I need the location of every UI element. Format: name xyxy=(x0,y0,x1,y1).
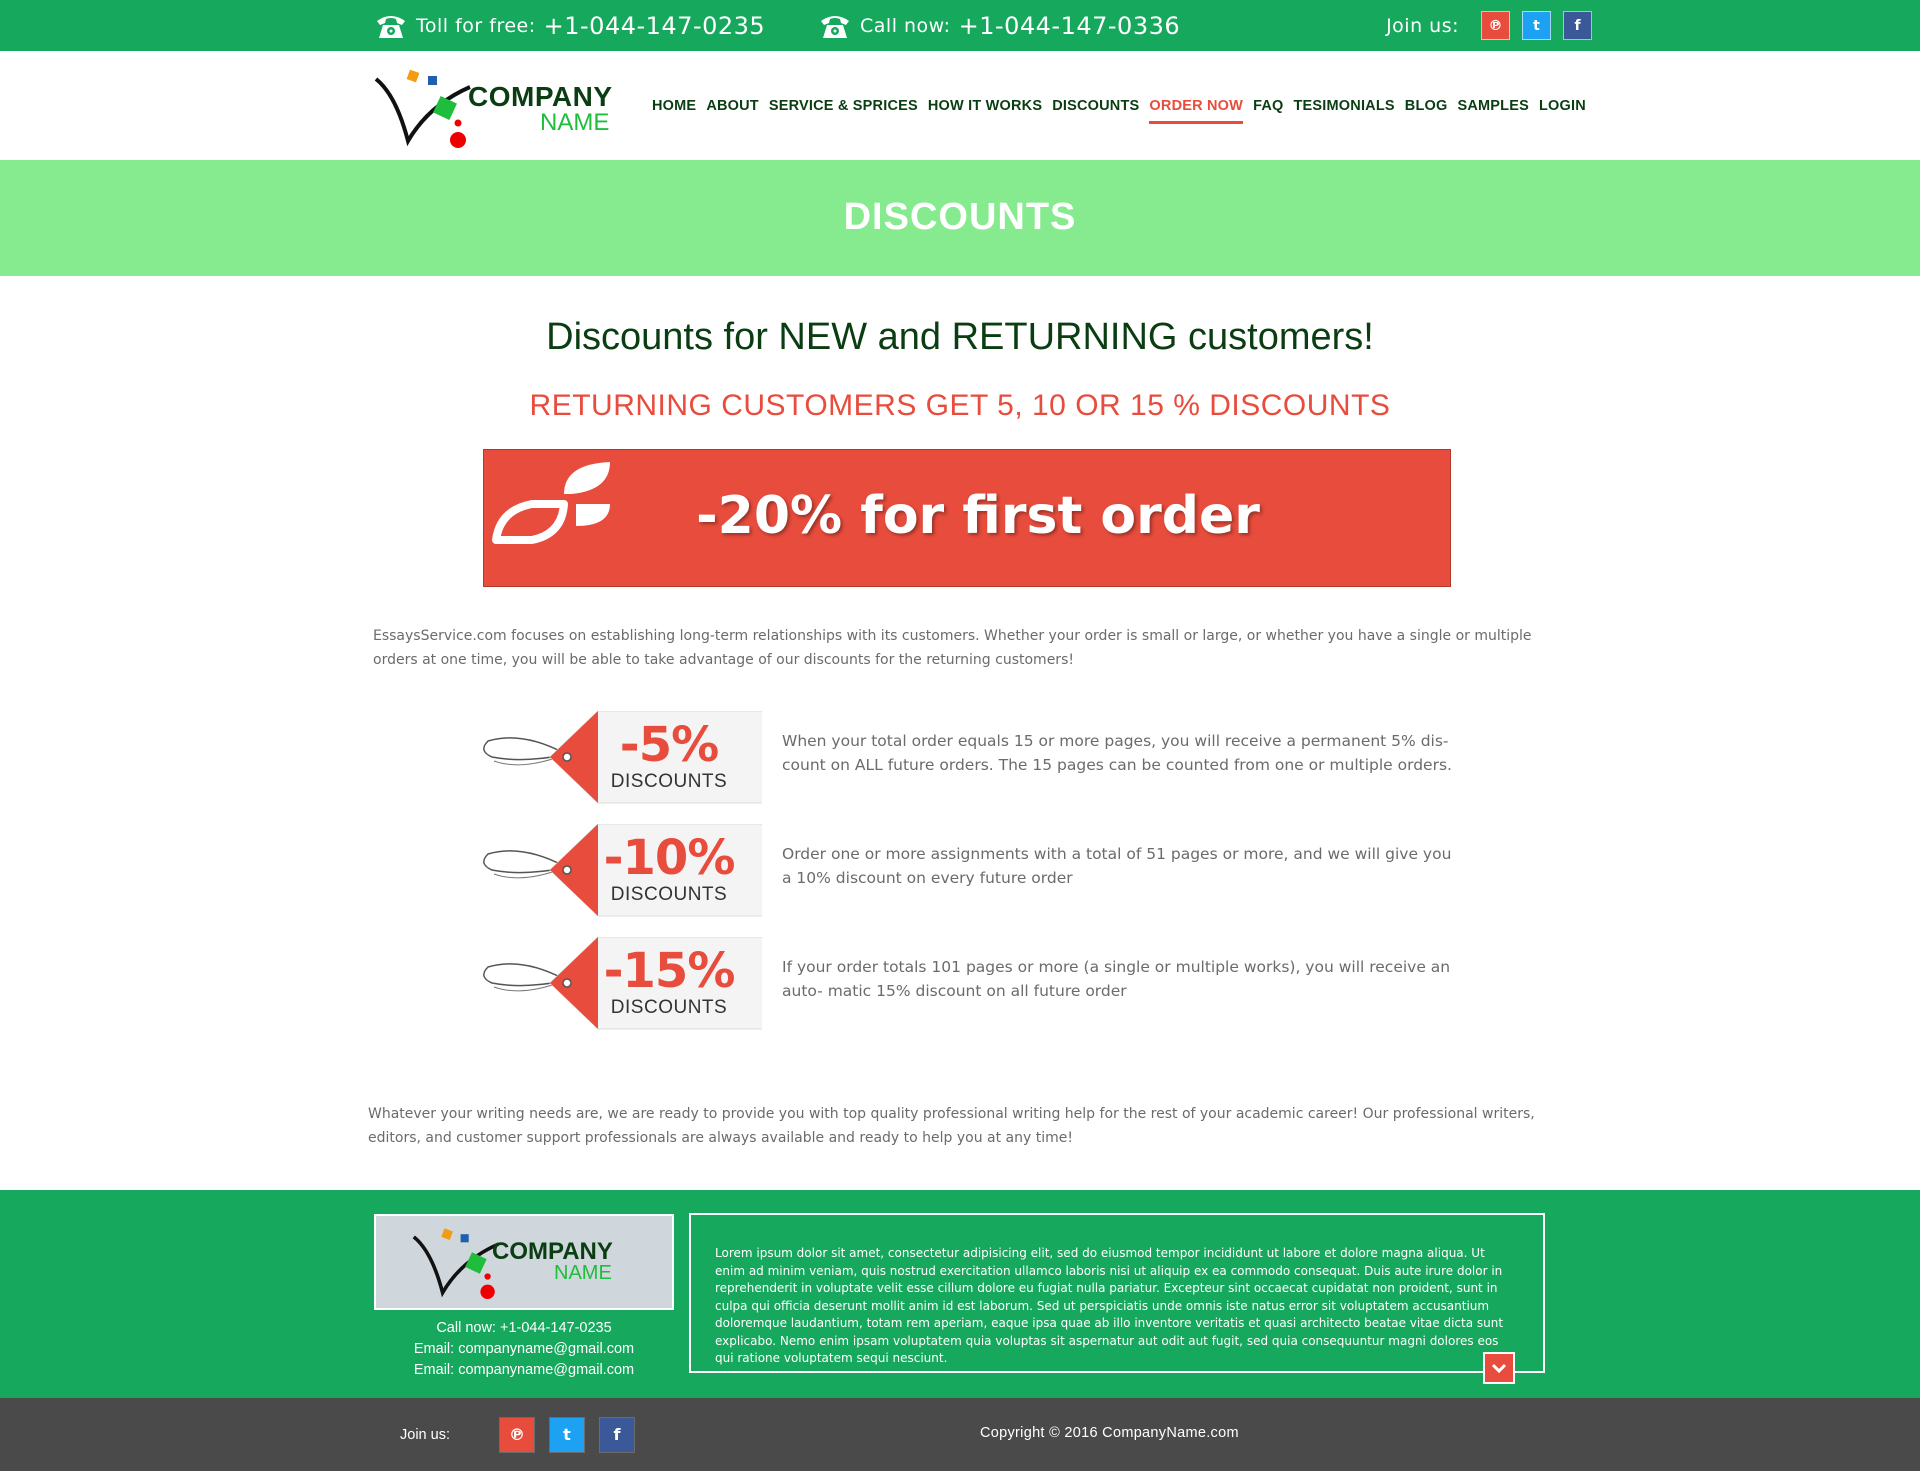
nav-samples[interactable]: SAMPLES xyxy=(1457,92,1529,120)
tollfree-number: +1-044-147-0235 xyxy=(543,11,766,40)
copyright-text: Copyright © 2016 CompanyName.com xyxy=(980,1425,1239,1441)
footer-text-box: Lorem ipsum dolor sit amet, consectetur … xyxy=(689,1213,1545,1384)
phone-icon xyxy=(377,15,405,38)
site-footer: COMPANY NAME Call now: +1-044-147-0235 E… xyxy=(0,1190,1920,1398)
page-title: DISCOUNTS xyxy=(843,196,1077,238)
bottom-bar: Join us: ℗ t f Copyright © 2016 CompanyN… xyxy=(0,1398,1920,1471)
expand-button[interactable] xyxy=(1483,1352,1515,1384)
discount-label: DISCOUNTS xyxy=(610,884,728,905)
phone-icon xyxy=(821,15,849,38)
discount-row-5: -5% DISCOUNTS When your total order equa… xyxy=(482,711,1462,807)
discounts-subheading: RETURNING CUSTOMERS GET 5, 10 OR 15 % DI… xyxy=(529,389,1391,422)
callnow-contact[interactable]: Call now: +1-044-147-0336 xyxy=(818,0,1180,51)
nav-login[interactable]: LOGIN xyxy=(1539,92,1586,120)
discounts-heading: Discounts for NEW and RETURNING customer… xyxy=(546,316,1374,358)
footer-lorem-text: Lorem ipsum dolor sit amet, consectetur … xyxy=(715,1246,1504,1365)
pinterest-icon[interactable]: ℗ xyxy=(498,1416,535,1453)
first-order-promo-banner[interactable]: -20% for first order xyxy=(483,449,1451,587)
nav-blog[interactable]: BLOG xyxy=(1405,92,1448,120)
price-tag-15: -15% DISCOUNTS xyxy=(482,937,762,1033)
callnow-number: +1-044-147-0336 xyxy=(958,11,1181,40)
twitter-icon[interactable]: t xyxy=(1522,11,1551,40)
discount-percent: -5% xyxy=(619,717,719,773)
nav-order-now[interactable]: ORDER NOW xyxy=(1149,92,1243,124)
join-us-social: Join us: ℗ t f xyxy=(1386,0,1592,51)
promo-text: -20% for first order xyxy=(696,486,1260,546)
footer-call[interactable]: Call now: +1-044-147-0235 xyxy=(374,1318,674,1339)
page-banner: DISCOUNTS xyxy=(0,160,1920,276)
logo-name-text: NAME xyxy=(540,109,610,136)
nav-how-it-works[interactable]: HOW IT WORKS xyxy=(928,92,1042,120)
top-bar: Toll for free: +1-044-147-0235 Call now:… xyxy=(0,0,1920,51)
price-tag-5: -5% DISCOUNTS xyxy=(482,711,762,807)
discount-label: DISCOUNTS xyxy=(610,771,728,792)
footer-logo-name-text: NAME xyxy=(554,1262,612,1284)
facebook-icon[interactable]: f xyxy=(598,1416,635,1453)
footer-join-label: Join us: xyxy=(400,1426,450,1443)
footer-email-2[interactable]: Email: companyname@gmail.com xyxy=(374,1360,674,1381)
pinterest-icon[interactable]: ℗ xyxy=(1481,11,1510,40)
nav-home[interactable]: HOME xyxy=(652,92,696,120)
discount-percent: -10% xyxy=(603,830,736,886)
footer-join-us: Join us: ℗ t f xyxy=(400,1398,635,1471)
tollfree-contact[interactable]: Toll for free: +1-044-147-0235 xyxy=(374,0,765,51)
discount-label: DISCOUNTS xyxy=(610,997,728,1018)
nav-faq[interactable]: FAQ xyxy=(1253,92,1283,120)
discount-description: If your order totals 101 pages or more (… xyxy=(782,958,1451,1000)
nav-discounts[interactable]: DISCOUNTS xyxy=(1052,92,1139,120)
discount-description: When your total order equals 15 or more … xyxy=(782,732,1452,774)
discount-percent: -15% xyxy=(603,943,736,999)
outro-paragraph: Whatever your writing needs are, we are … xyxy=(368,1106,1535,1146)
nav-testimonials[interactable]: TESIMONIALS xyxy=(1293,92,1394,120)
footer-contact: Call now: +1-044-147-0235 Email: company… xyxy=(374,1318,674,1381)
price-tag-10: -10% DISCOUNTS xyxy=(482,824,762,920)
facebook-icon[interactable]: f xyxy=(1563,11,1592,40)
main-nav: HOME ABOUT SERVICE & SPRICES HOW IT WORK… xyxy=(652,51,1596,160)
chevron-down-icon xyxy=(1491,1363,1507,1374)
site-header: COMPANY NAME HOME ABOUT SERVICE & SPRICE… xyxy=(0,51,1920,160)
discount-row-15: -15% DISCOUNTS If your order totals 101 … xyxy=(482,937,1462,1033)
tollfree-label: Toll for free: xyxy=(416,14,536,37)
nav-about[interactable]: ABOUT xyxy=(706,92,759,120)
footer-email-1[interactable]: Email: companyname@gmail.com xyxy=(374,1339,674,1360)
intro-paragraph: EssaysService.com focuses on establishin… xyxy=(373,628,1532,668)
company-logo[interactable]: COMPANY NAME xyxy=(374,65,624,151)
discount-description: Order one or more assignments with a tot… xyxy=(782,845,1452,887)
logo-mark-icon xyxy=(412,1228,500,1299)
discount-row-10: -10% DISCOUNTS Order one or more assignm… xyxy=(482,824,1462,920)
join-us-label: Join us: xyxy=(1386,14,1459,37)
callnow-label: Call now: xyxy=(860,14,951,37)
nav-service-prices[interactable]: SERVICE & SPRICES xyxy=(769,92,918,120)
logo-mark-icon xyxy=(374,69,471,148)
twitter-icon[interactable]: t xyxy=(548,1416,585,1453)
footer-logo[interactable]: COMPANY NAME xyxy=(374,1214,674,1310)
